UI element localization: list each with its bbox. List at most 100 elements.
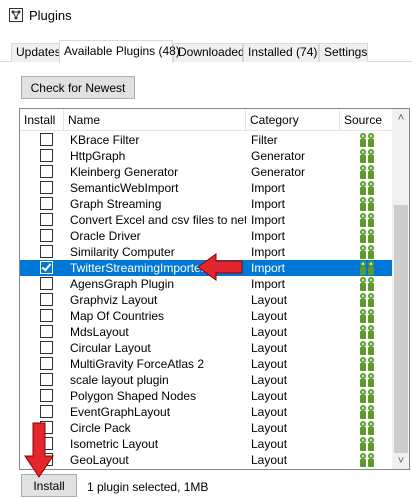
source-trusted-icon: [357, 324, 377, 340]
table-row[interactable]: Kleinberg Generator Generator: [20, 164, 392, 180]
install-checkbox[interactable]: [40, 229, 53, 242]
plugins-table: Install Name Category Source KBrace Filt…: [19, 108, 410, 470]
plugin-category: Import: [251, 197, 286, 211]
table-row[interactable]: Convert Excel and csv files to net... Imp…: [20, 212, 392, 228]
install-checkbox[interactable]: [40, 197, 53, 210]
install-checkbox[interactable]: [40, 277, 53, 290]
table-row[interactable]: MultiGravity ForceAtlas 2 Layout: [20, 356, 392, 372]
tab-installed[interactable]: Installed (74): [243, 43, 319, 62]
plugin-name: MultiGravity ForceAtlas 2: [70, 357, 205, 371]
plugin-name: HttpGraph: [70, 149, 126, 163]
plugin-name: Isometric Layout: [70, 437, 159, 451]
table-row[interactable]: Isometric Layout Layout: [20, 436, 392, 452]
plugin-category: Layout: [251, 325, 288, 339]
install-checkbox[interactable]: [40, 245, 53, 258]
column-header-source[interactable]: Source: [340, 109, 392, 131]
install-checkbox[interactable]: [40, 133, 53, 146]
install-checkbox[interactable]: [40, 149, 53, 162]
scroll-up-icon[interactable]: ˄: [392, 109, 409, 126]
plugin-category: Layout: [251, 453, 288, 467]
plugin-name: Graphviz Layout: [70, 293, 158, 307]
plugin-category: Layout: [251, 309, 288, 323]
source-trusted-icon: [357, 212, 377, 228]
source-trusted-icon: [357, 260, 377, 276]
scroll-down-icon[interactable]: ˅: [392, 452, 409, 469]
source-trusted-icon: [357, 228, 377, 244]
source-trusted-icon: [357, 132, 377, 148]
plugin-category: Import: [251, 181, 286, 195]
table-row[interactable]: Polygon Shaped Nodes Layout: [20, 388, 392, 404]
install-checkbox[interactable]: [40, 293, 53, 306]
table-row[interactable]: SemanticWebImport Import: [20, 180, 392, 196]
check-for-newest-button[interactable]: Check for Newest: [21, 76, 135, 99]
annotation-arrow-down-icon: [24, 422, 54, 478]
install-checkbox[interactable]: [40, 309, 53, 322]
plugin-category: Import: [251, 261, 286, 275]
table-row[interactable]: Oracle Driver Import: [20, 228, 392, 244]
table-row[interactable]: Graph Streaming Import: [20, 196, 392, 212]
table-row[interactable]: MdsLayout Layout: [20, 324, 392, 340]
install-checkbox[interactable]: [40, 373, 53, 386]
table-row[interactable]: KBrace Filter Filter: [20, 132, 392, 148]
install-checkbox[interactable]: [40, 341, 53, 354]
plugin-category: Layout: [251, 389, 288, 403]
plugin-name: Graph Streaming: [70, 197, 162, 211]
plugin-category: Layout: [251, 405, 288, 419]
install-checkbox[interactable]: [40, 213, 53, 226]
source-trusted-icon: [357, 148, 377, 164]
install-checkbox[interactable]: [40, 165, 53, 178]
table-row[interactable]: HttpGraph Generator: [20, 148, 392, 164]
source-trusted-icon: [357, 340, 377, 356]
install-checkbox[interactable]: [40, 405, 53, 418]
source-trusted-icon: [357, 292, 377, 308]
plugin-name: Polygon Shaped Nodes: [70, 389, 197, 403]
column-header-name[interactable]: Name: [64, 109, 246, 131]
plugin-name: SemanticWebImport: [70, 181, 179, 195]
source-trusted-icon: [357, 420, 377, 436]
plugin-name: Oracle Driver: [70, 229, 141, 243]
title-bar: Plugins: [0, 0, 412, 30]
window-title: Plugins: [29, 8, 72, 23]
table-row[interactable]: Circle Pack Layout: [20, 420, 392, 436]
table-row[interactable]: Map Of Countries Layout: [20, 308, 392, 324]
tab-updates[interactable]: Updates: [11, 43, 61, 62]
checkmark-icon: [41, 262, 52, 272]
install-checkbox[interactable]: [40, 261, 53, 274]
plugin-category: Generator: [251, 149, 306, 163]
plugin-category: Layout: [251, 437, 288, 451]
plugin-name: GeoLayout: [70, 453, 129, 467]
table-row[interactable]: scale layout plugin Layout: [20, 372, 392, 388]
source-trusted-icon: [357, 196, 377, 212]
install-checkbox[interactable]: [40, 325, 53, 338]
plugin-name: MdsLayout: [70, 325, 129, 339]
plugin-category: Layout: [251, 373, 288, 387]
tab-settings[interactable]: Settings: [319, 43, 368, 62]
tab-strip: Updates Available Plugins (48) Downloade…: [0, 40, 412, 63]
install-checkbox[interactable]: [40, 181, 53, 194]
install-checkbox[interactable]: [40, 389, 53, 402]
plugin-category: Import: [251, 245, 286, 259]
plugin-name: Kleinberg Generator: [70, 165, 179, 179]
install-checkbox[interactable]: [40, 357, 53, 370]
tab-available-plugins[interactable]: Available Plugins (48): [59, 40, 180, 63]
plugin-name: Circular Layout: [70, 341, 151, 355]
plugin-category: Layout: [251, 421, 288, 435]
table-row[interactable]: EventGraphLayout Layout: [20, 404, 392, 420]
source-trusted-icon: [357, 276, 377, 292]
plugin-category: Layout: [251, 341, 288, 355]
plugin-name: KBrace Filter: [70, 133, 140, 147]
scrollbar-thumb[interactable]: [394, 205, 408, 453]
table-row[interactable]: Circular Layout Layout: [20, 340, 392, 356]
plugin-category: Import: [251, 229, 286, 243]
source-trusted-icon: [357, 372, 377, 388]
source-trusted-icon: [357, 452, 377, 468]
source-trusted-icon: [357, 244, 377, 260]
table-row[interactable]: Graphviz Layout Layout: [20, 292, 392, 308]
column-header-install[interactable]: Install: [20, 109, 64, 131]
column-header-category[interactable]: Category: [246, 109, 340, 131]
vertical-scrollbar[interactable]: ˄ ˅: [392, 109, 409, 469]
tab-downloaded[interactable]: Downloaded: [173, 43, 245, 62]
source-trusted-icon: [357, 180, 377, 196]
table-header: Install Name Category Source: [20, 109, 392, 131]
table-row[interactable]: GeoLayout Layout: [20, 452, 392, 468]
